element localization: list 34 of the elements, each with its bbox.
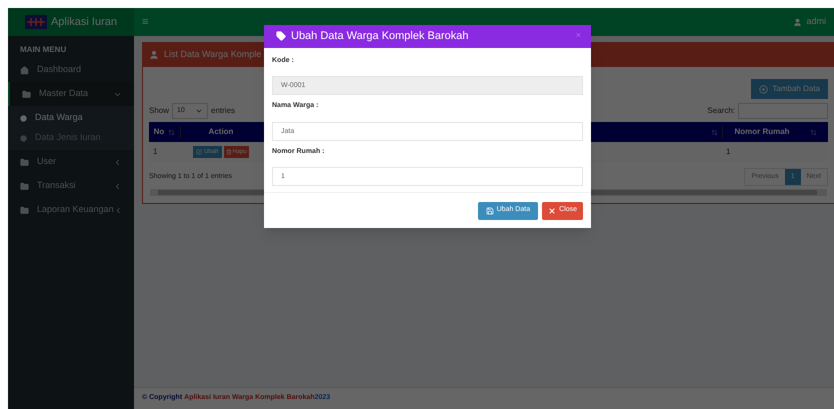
user-name[interactable]: admi	[806, 15, 826, 29]
edit-icon	[196, 149, 202, 155]
circle-icon	[20, 134, 27, 142]
user-icon	[149, 50, 159, 60]
trash-icon	[226, 149, 232, 155]
menu-heading: MAIN MENU	[20, 44, 66, 56]
tag-icon	[276, 31, 286, 42]
search-label: Search:	[707, 105, 735, 117]
save-icon	[486, 206, 494, 214]
table-cell-text: 1	[152, 146, 158, 158]
submenu-item[interactable]: Data Warga	[8, 108, 134, 128]
dialog-title: Ubah Data Warga Komplek Barokah	[291, 29, 469, 44]
user-icon	[793, 18, 802, 26]
column-header[interactable]: No	[149, 126, 181, 138]
folder-icon	[20, 158, 29, 166]
home-icon	[20, 66, 29, 74]
entries-label: entries	[211, 105, 236, 117]
menu-toggle[interactable]: ≡	[142, 14, 148, 30]
panel-title: List Data Warga Komple	[164, 48, 262, 62]
folder-icon	[22, 90, 31, 98]
column-header[interactable]: Nomor Rumah	[722, 126, 828, 138]
logo-icon	[24, 15, 47, 29]
column-header[interactable]: Action	[181, 126, 261, 138]
close-icon[interactable]: ×	[576, 29, 581, 42]
folder-icon	[20, 182, 29, 190]
folder-icon	[20, 206, 29, 214]
add-data-button[interactable]: Tambah Data	[751, 79, 828, 99]
plus-icon	[759, 84, 768, 94]
circle-icon	[20, 114, 27, 122]
close-icon	[548, 206, 556, 214]
show-label: Show	[149, 105, 170, 117]
table-cell-text: 1	[725, 146, 732, 158]
brand-name: Aplikasi Iuran	[50, 14, 118, 30]
caret-icon	[195, 107, 204, 115]
